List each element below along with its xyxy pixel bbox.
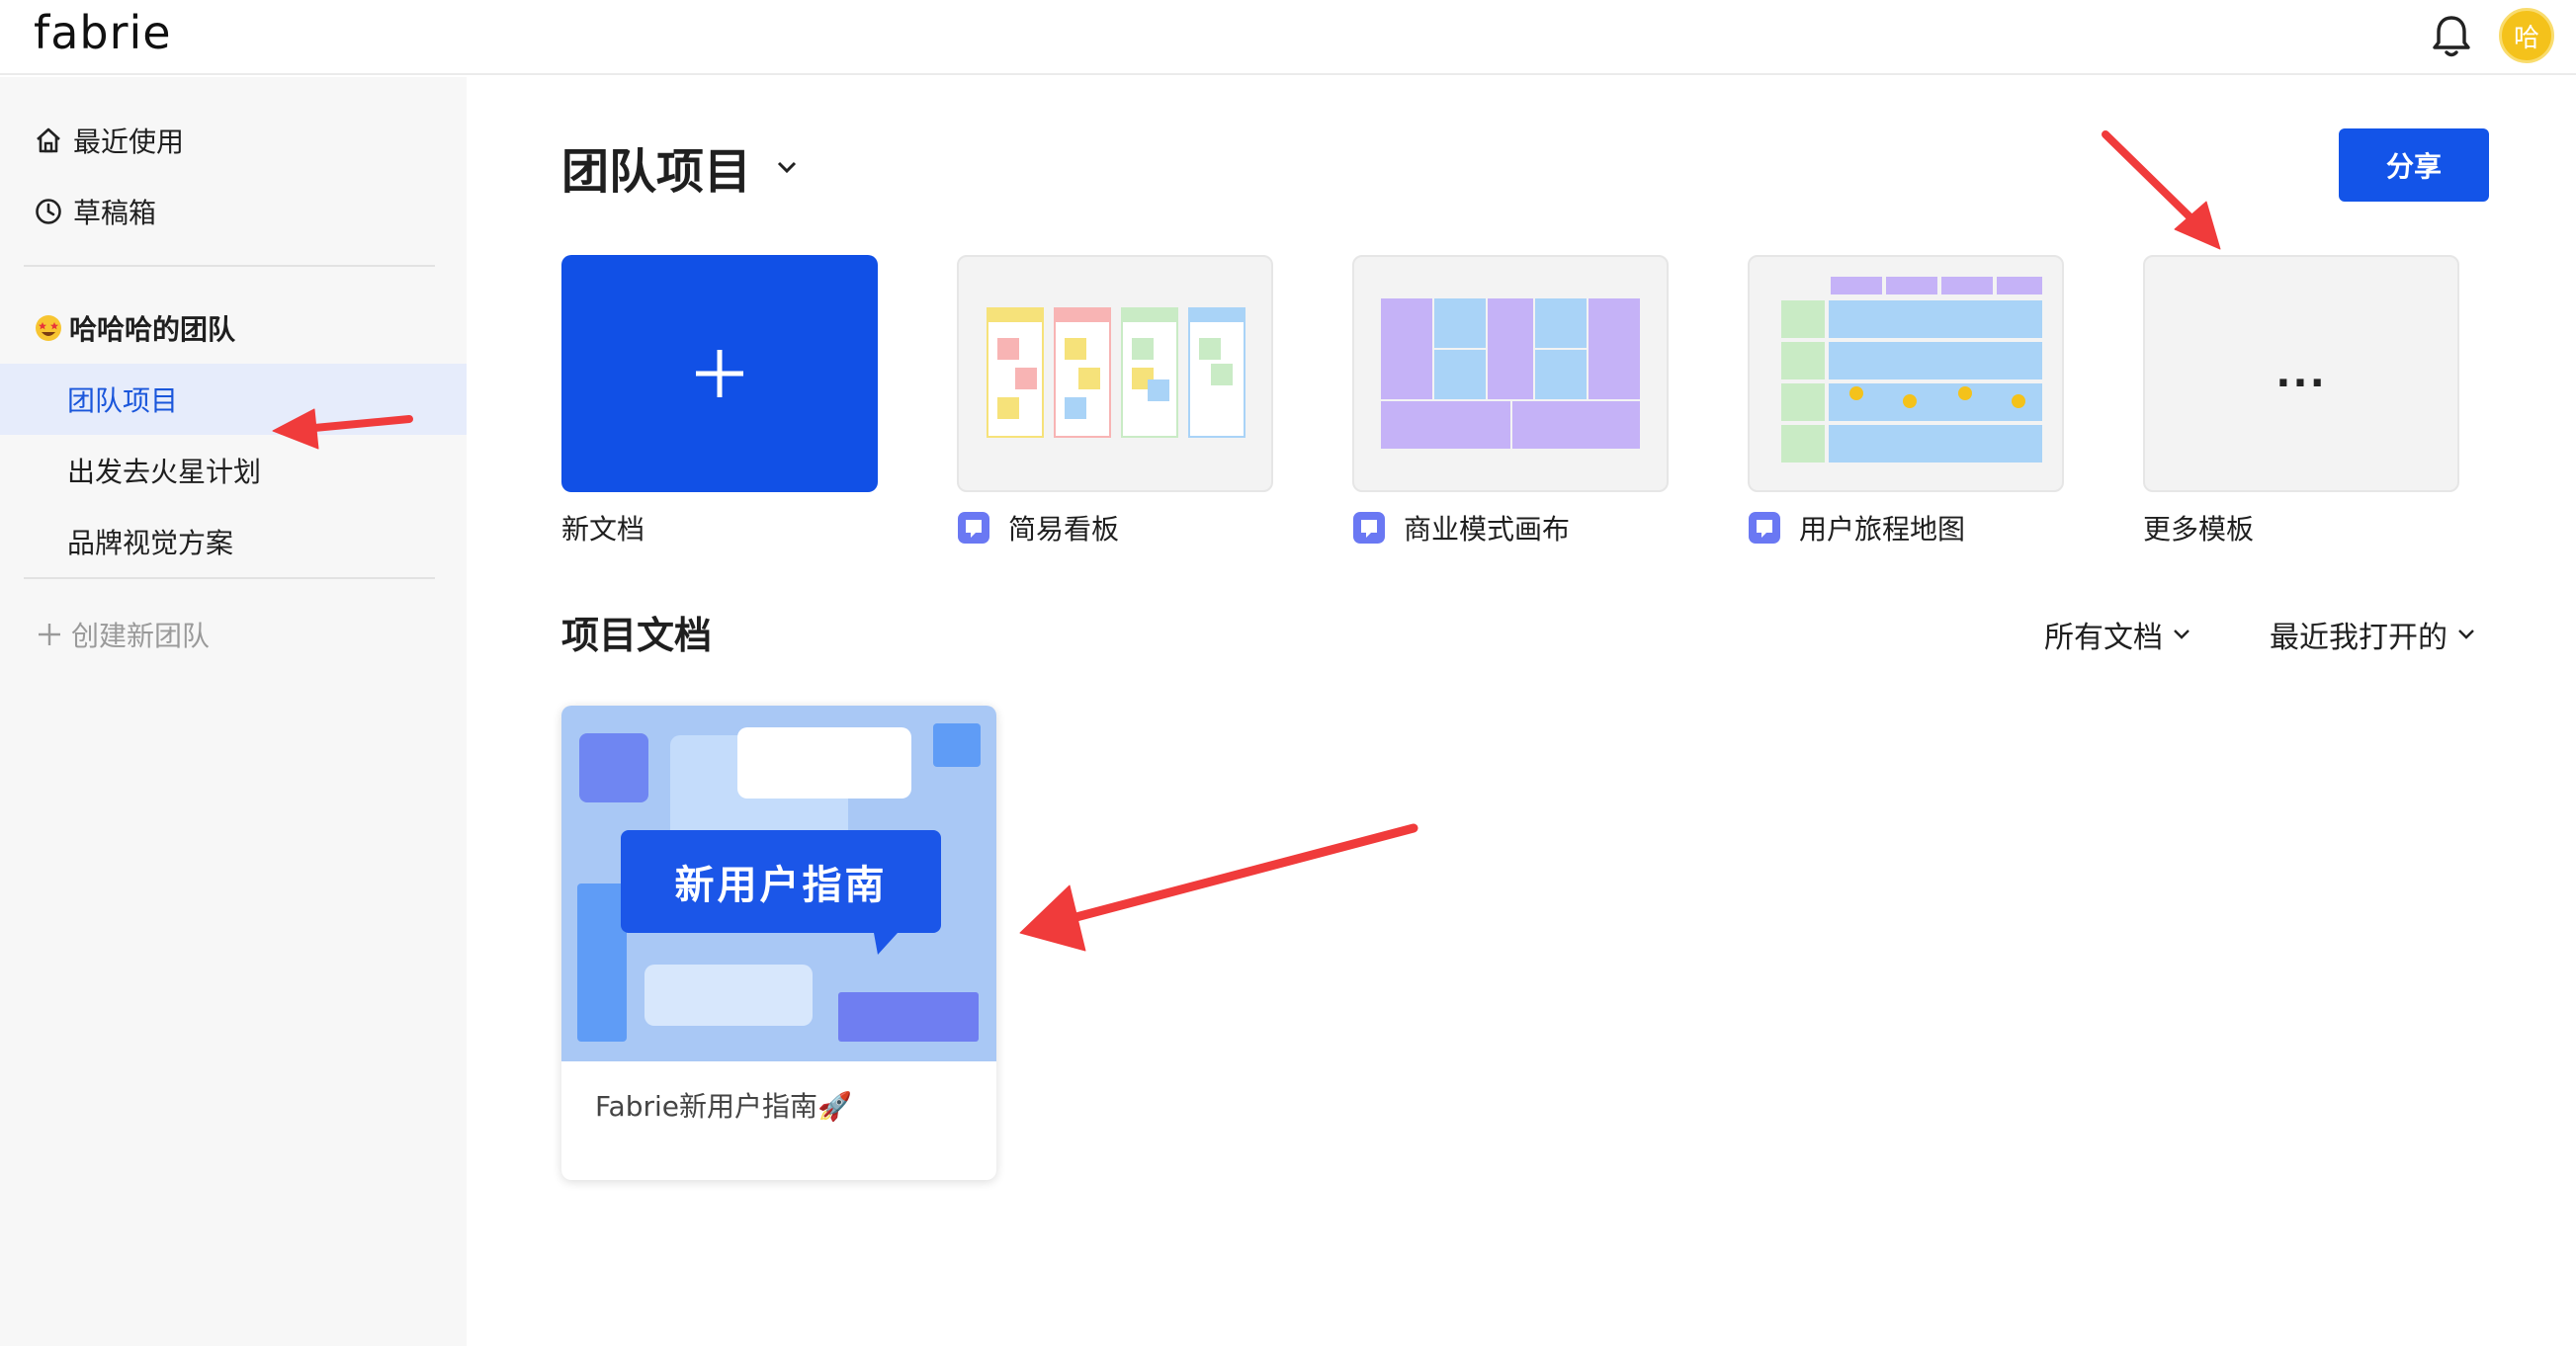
- sort-recent-opened[interactable]: 最近我打开的: [2270, 613, 2475, 656]
- template-more[interactable]: ... 更多模板: [2143, 255, 2459, 547]
- template-new-doc[interactable]: 新文档: [561, 255, 878, 547]
- top-bar: fabrie 哈: [0, 0, 2576, 75]
- team-name: 哈哈哈的团队: [69, 313, 236, 346]
- sidebar-item-label: 团队项目: [67, 384, 179, 417]
- arrow-to-doc-card: [1049, 823, 1418, 928]
- journey-preview: [1781, 277, 2042, 463]
- sidebar: 最近使用 草稿箱 哈哈哈的团队 团队项目 出发去火星计划 品牌视觉方案 创建新团…: [0, 77, 467, 1346]
- bell-icon[interactable]: [2430, 12, 2473, 59]
- sidebar-item-label: 最近使用: [73, 126, 185, 158]
- template-label: 简易看板: [1008, 513, 1120, 546]
- template-thumbnail[interactable]: [1748, 255, 2064, 492]
- sidebar-item-label: 草稿箱: [73, 197, 157, 229]
- template-label: 更多模板: [2143, 513, 2255, 546]
- sidebar-item-recent[interactable]: 最近使用: [0, 105, 467, 176]
- clock-icon: [36, 199, 61, 224]
- chevron-down-icon: [777, 161, 797, 174]
- whiteboard-icon: [958, 512, 989, 544]
- sidebar-item-mars-plan[interactable]: 出发去火星计划: [0, 435, 467, 506]
- arrow-head: [2174, 201, 2221, 250]
- chevron-down-icon: [2174, 630, 2190, 639]
- section-title: 项目文档: [561, 614, 713, 657]
- app-logo[interactable]: fabrie: [34, 6, 172, 59]
- sidebar-item-team-projects[interactable]: 团队项目: [0, 364, 467, 435]
- create-team-button[interactable]: 创建新团队: [36, 615, 210, 654]
- sidebar-divider: [24, 577, 435, 579]
- chevron-down-icon: [2458, 630, 2474, 639]
- template-business-canvas[interactable]: 商业模式画布: [1352, 255, 1669, 547]
- doc-name: Fabrie新用户指南🚀: [595, 1090, 852, 1123]
- template-thumbnail[interactable]: [957, 255, 1273, 492]
- whiteboard-icon: [1353, 512, 1385, 544]
- arrow-to-more-templates: [2102, 130, 2204, 231]
- template-thumbnail[interactable]: ...: [2143, 255, 2459, 492]
- sidebar-divider: [24, 265, 435, 267]
- star-struck-emoji-icon: [36, 315, 61, 341]
- doc-cover: 新用户指南: [561, 706, 996, 1061]
- canvas-preview: [1381, 298, 1640, 449]
- template-thumbnail[interactable]: [1352, 255, 1669, 492]
- template-label: 商业模式画布: [1404, 513, 1571, 546]
- template-simple-kanban[interactable]: 简易看板: [957, 255, 1273, 547]
- team-header[interactable]: 哈哈哈的团队: [34, 308, 235, 348]
- page-title-text: 团队项目: [561, 144, 752, 200]
- create-team-label: 创建新团队: [71, 620, 211, 652]
- arrow-head: [1019, 884, 1086, 952]
- kanban-preview: [987, 307, 1245, 438]
- sidebar-item-label: 品牌视觉方案: [67, 527, 234, 559]
- template-label: 新文档: [561, 513, 645, 546]
- sidebar-item-label: 出发去火星计划: [67, 456, 262, 488]
- plus-icon: [39, 624, 60, 645]
- sidebar-item-brand-visual[interactable]: 品牌视觉方案: [0, 506, 467, 577]
- doc-cover-title: 新用户指南: [621, 830, 941, 933]
- sort-label: 最近我打开的: [2270, 621, 2447, 655]
- doc-card[interactable]: 新用户指南 Fabrie新用户指南🚀: [561, 706, 996, 1180]
- more-dots: ...: [2275, 351, 2327, 396]
- plus-icon: [696, 350, 743, 397]
- template-label: 用户旅程地图: [1799, 513, 1966, 546]
- template-thumbnail[interactable]: [561, 255, 878, 492]
- sidebar-item-drafts[interactable]: 草稿箱: [0, 176, 467, 247]
- share-button[interactable]: 分享: [2339, 128, 2489, 202]
- filter-all-docs[interactable]: 所有文档: [2044, 613, 2190, 656]
- home-icon: [37, 127, 60, 153]
- filter-label: 所有文档: [2044, 621, 2163, 655]
- page-title[interactable]: 团队项目: [561, 132, 801, 202]
- whiteboard-icon: [1749, 512, 1780, 544]
- template-user-journey[interactable]: 用户旅程地图: [1748, 255, 2064, 547]
- avatar[interactable]: 哈: [2499, 8, 2554, 63]
